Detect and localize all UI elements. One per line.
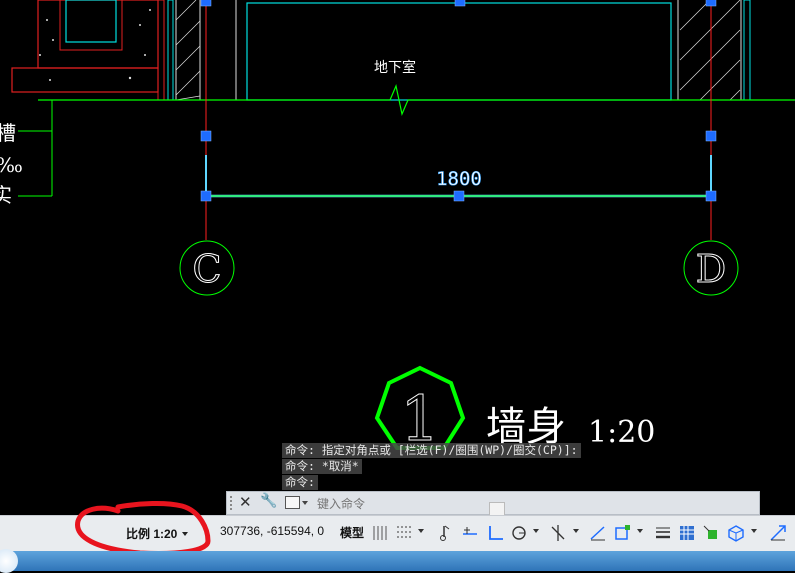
command-prompt-icon[interactable] [285,496,300,509]
chevron-down-icon[interactable] [573,529,579,533]
grip [705,130,717,142]
start-button[interactable] [0,549,18,573]
grip [705,0,717,7]
close-icon[interactable]: ✕ [239,493,252,511]
grip [200,0,212,7]
wrench-icon[interactable]: 🔧 [260,493,277,509]
model-space-button[interactable]: 模型 [340,524,364,541]
axis-label-c: C [192,247,221,291]
transparency-icon[interactable] [677,523,697,543]
dynamic-input-icon[interactable] [460,523,480,543]
chevron-down-icon[interactable] [751,529,757,533]
left-leaders [18,100,53,197]
detail-scale: 1:20 [588,415,655,450]
snap-mode-icon[interactable] [394,523,414,543]
command-history-line: 命令: [282,475,318,490]
command-history-line: 命令: *取消* [282,459,362,474]
command-input[interactable] [315,494,499,514]
room-label: 地下室 [374,59,416,76]
command-line-grip[interactable] [230,496,236,510]
left-note-1: 槽 [0,121,16,145]
ground-line [38,84,795,116]
taskbar [0,549,795,573]
infer-constraints-icon[interactable] [436,523,456,543]
drawing-canvas[interactable]: 地下室 槽 ‰ 实 1800 C D 1 墙身 1:20 [0,0,795,500]
command-line-scroll[interactable] [489,502,505,516]
axis-label-d: D [696,247,726,291]
grip [705,190,717,202]
chevron-down-icon[interactable] [418,529,424,533]
dimension-value: 1800 [436,168,482,190]
grip [200,130,212,142]
polar-tracking-icon[interactable] [509,523,529,543]
chevron-down-icon[interactable] [302,501,308,505]
object-snap-icon[interactable] [612,523,632,543]
object-snap-tracking-icon[interactable] [588,523,608,543]
command-history-line: 命令: 指定对角点或 [栏选(F)/圈围(WP)/圈交(CP)]: [282,443,581,458]
chevron-down-icon[interactable] [533,529,539,533]
grid-display-icon[interactable] [370,523,390,543]
left-note-2: ‰ [0,153,23,177]
coordinates-readout[interactable]: 307736, -615594, 0 [220,524,324,538]
selection-cycling-icon[interactable] [701,523,721,543]
left-note-3: 实 [0,183,12,207]
ortho-mode-icon[interactable] [486,523,506,543]
grip [454,0,466,7]
isodraft-icon[interactable] [548,523,568,543]
3d-object-snap-icon[interactable] [726,523,746,543]
dynamic-ucs-icon[interactable] [768,523,788,543]
lineweight-icon[interactable] [653,523,673,543]
wall-detail-left [11,0,672,101]
chevron-down-icon[interactable] [637,529,643,533]
command-line: ✕ 🔧 [226,491,760,516]
grip [453,190,465,202]
grip [200,190,212,202]
wall-detail-right [677,0,751,101]
